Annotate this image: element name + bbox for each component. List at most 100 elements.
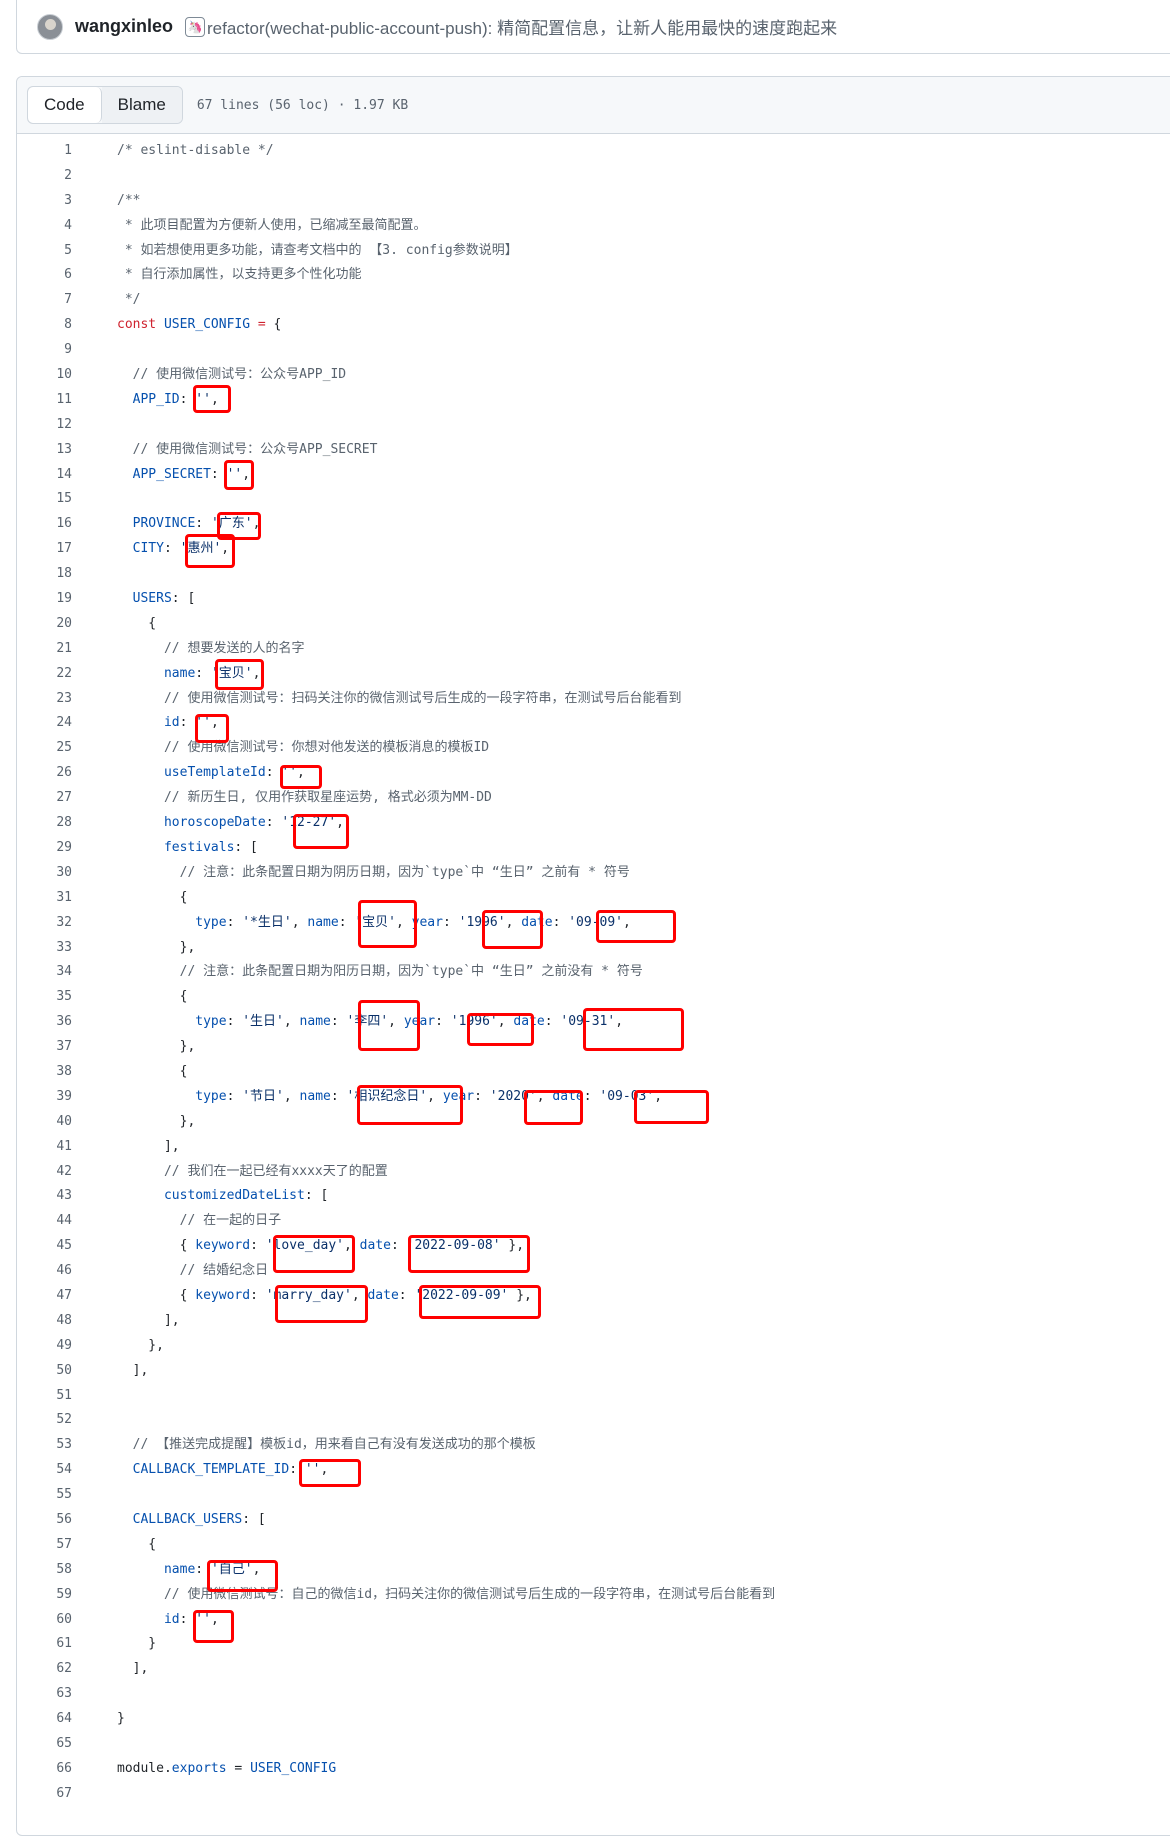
code-text: module.exports = USER_CONFIG [117, 1757, 336, 1782]
code-line: 62 ], [16, 1657, 1170, 1682]
line-number[interactable]: 1 [16, 139, 72, 164]
line-number[interactable]: 11 [16, 388, 72, 413]
line-number[interactable]: 66 [16, 1757, 72, 1782]
code-text: }, [117, 1035, 196, 1060]
line-number[interactable]: 3 [16, 189, 72, 214]
line-number[interactable]: 59 [16, 1583, 72, 1608]
code-token: // 想要发送的人的名字 [117, 640, 305, 656]
line-number[interactable]: 58 [16, 1558, 72, 1583]
line-number[interactable]: 36 [16, 1010, 72, 1035]
code-text: * 自行添加属性，以支持更多个性化功能 [117, 263, 362, 288]
code-token: id [117, 1611, 180, 1627]
code-text: ], [117, 1657, 149, 1682]
code-token: // 在一起的日子 [117, 1213, 282, 1229]
line-number[interactable]: 43 [16, 1184, 72, 1209]
line-number[interactable]: 60 [16, 1608, 72, 1633]
line-number[interactable]: 19 [16, 587, 72, 612]
code-line: 32 type: '*生日', name: '宝贝', year: '1996'… [16, 911, 1170, 936]
line-number[interactable]: 42 [16, 1160, 72, 1185]
code-token: : [552, 914, 569, 930]
highlight-box [273, 1235, 355, 1273]
code-line: 63 [16, 1682, 1170, 1707]
code-token: = [226, 1760, 251, 1776]
code-token: ], [117, 1661, 149, 1677]
code-line: 21 // 想要发送的人的名字 [16, 637, 1170, 662]
tab-blame[interactable]: Blame [101, 87, 182, 123]
line-number[interactable]: 48 [16, 1309, 72, 1334]
line-number[interactable]: 62 [16, 1657, 72, 1682]
line-number[interactable]: 37 [16, 1035, 72, 1060]
line-number[interactable]: 23 [16, 687, 72, 712]
code-text: }, [117, 936, 196, 961]
line-number[interactable]: 53 [16, 1433, 72, 1458]
code-token: date [367, 1287, 399, 1303]
line-number[interactable]: 4 [16, 214, 72, 239]
line-number[interactable]: 51 [16, 1384, 72, 1409]
line-number[interactable]: 17 [16, 537, 72, 562]
unicorn-icon: 🦄 [185, 16, 206, 37]
line-number[interactable]: 57 [16, 1533, 72, 1558]
line-number[interactable]: 27 [16, 786, 72, 811]
line-number[interactable]: 28 [16, 811, 72, 836]
line-number[interactable]: 54 [16, 1458, 72, 1483]
line-number[interactable]: 21 [16, 637, 72, 662]
line-number[interactable]: 7 [16, 288, 72, 313]
line-number[interactable]: 35 [16, 985, 72, 1010]
line-number[interactable]: 52 [16, 1408, 72, 1433]
line-number[interactable]: 30 [16, 861, 72, 886]
line-number[interactable]: 39 [16, 1085, 72, 1110]
code-line: 24 id: '', [16, 711, 1170, 736]
code-text: }, [117, 1334, 164, 1359]
line-number[interactable]: 13 [16, 438, 72, 463]
line-number[interactable]: 29 [16, 836, 72, 861]
code-token: exports [171, 1760, 227, 1776]
commit-message[interactable]: refactor(wechat-public-account-push): 精简… [207, 14, 837, 39]
line-number[interactable]: 40 [16, 1110, 72, 1135]
line-number[interactable]: 45 [16, 1234, 72, 1259]
commit-author[interactable]: wangxinleo [75, 16, 173, 37]
line-number[interactable]: 65 [16, 1732, 72, 1757]
line-number[interactable]: 67 [16, 1782, 72, 1807]
line-number[interactable]: 22 [16, 662, 72, 687]
code-token: : [ [304, 1188, 329, 1204]
line-number[interactable]: 63 [16, 1682, 72, 1707]
line-number[interactable]: 20 [16, 612, 72, 637]
line-number[interactable]: 34 [16, 960, 72, 985]
line-number[interactable]: 33 [16, 936, 72, 961]
line-number[interactable]: 55 [16, 1483, 72, 1508]
line-number[interactable]: 26 [16, 761, 72, 786]
line-number[interactable]: 8 [16, 313, 72, 338]
line-number[interactable]: 24 [16, 711, 72, 736]
code-line: 25 // 使用微信测试号：你想对他发送的模板消息的模板ID [16, 736, 1170, 761]
code-text: CALLBACK_USERS: [ [117, 1508, 266, 1533]
avatar[interactable] [37, 13, 63, 40]
line-number[interactable]: 15 [16, 487, 72, 512]
line-number[interactable]: 49 [16, 1334, 72, 1359]
line-number[interactable]: 12 [16, 413, 72, 438]
tab-code[interactable]: Code [28, 87, 102, 123]
line-number[interactable]: 56 [16, 1508, 72, 1533]
code-token: // 使用微信测试号：扫码关注你的微信测试号后生成的一段字符串，在测试号后台能看… [117, 690, 682, 706]
line-number[interactable]: 14 [16, 463, 72, 488]
line-number[interactable]: 47 [16, 1284, 72, 1309]
code-line: 42 // 我们在一起已经有xxxx天了的配置 [16, 1160, 1170, 1185]
line-number[interactable]: 41 [16, 1135, 72, 1160]
code-text: // 【推送完成提醒】模板id，用来看自己有没有发送成功的那个模板 [117, 1433, 536, 1458]
line-number[interactable]: 46 [16, 1259, 72, 1284]
line-number[interactable]: 61 [16, 1632, 72, 1657]
line-number[interactable]: 5 [16, 239, 72, 264]
line-number[interactable]: 64 [16, 1707, 72, 1732]
line-number[interactable]: 18 [16, 562, 72, 587]
line-number[interactable]: 25 [16, 736, 72, 761]
line-number[interactable]: 44 [16, 1209, 72, 1234]
line-number[interactable]: 38 [16, 1060, 72, 1085]
line-number[interactable]: 9 [16, 338, 72, 363]
code-text: /* eslint-disable */ [117, 139, 274, 164]
line-number[interactable]: 32 [16, 911, 72, 936]
line-number[interactable]: 16 [16, 512, 72, 537]
line-number[interactable]: 31 [16, 886, 72, 911]
line-number[interactable]: 6 [16, 263, 72, 288]
line-number[interactable]: 2 [16, 164, 72, 189]
line-number[interactable]: 10 [16, 363, 72, 388]
line-number[interactable]: 50 [16, 1359, 72, 1384]
